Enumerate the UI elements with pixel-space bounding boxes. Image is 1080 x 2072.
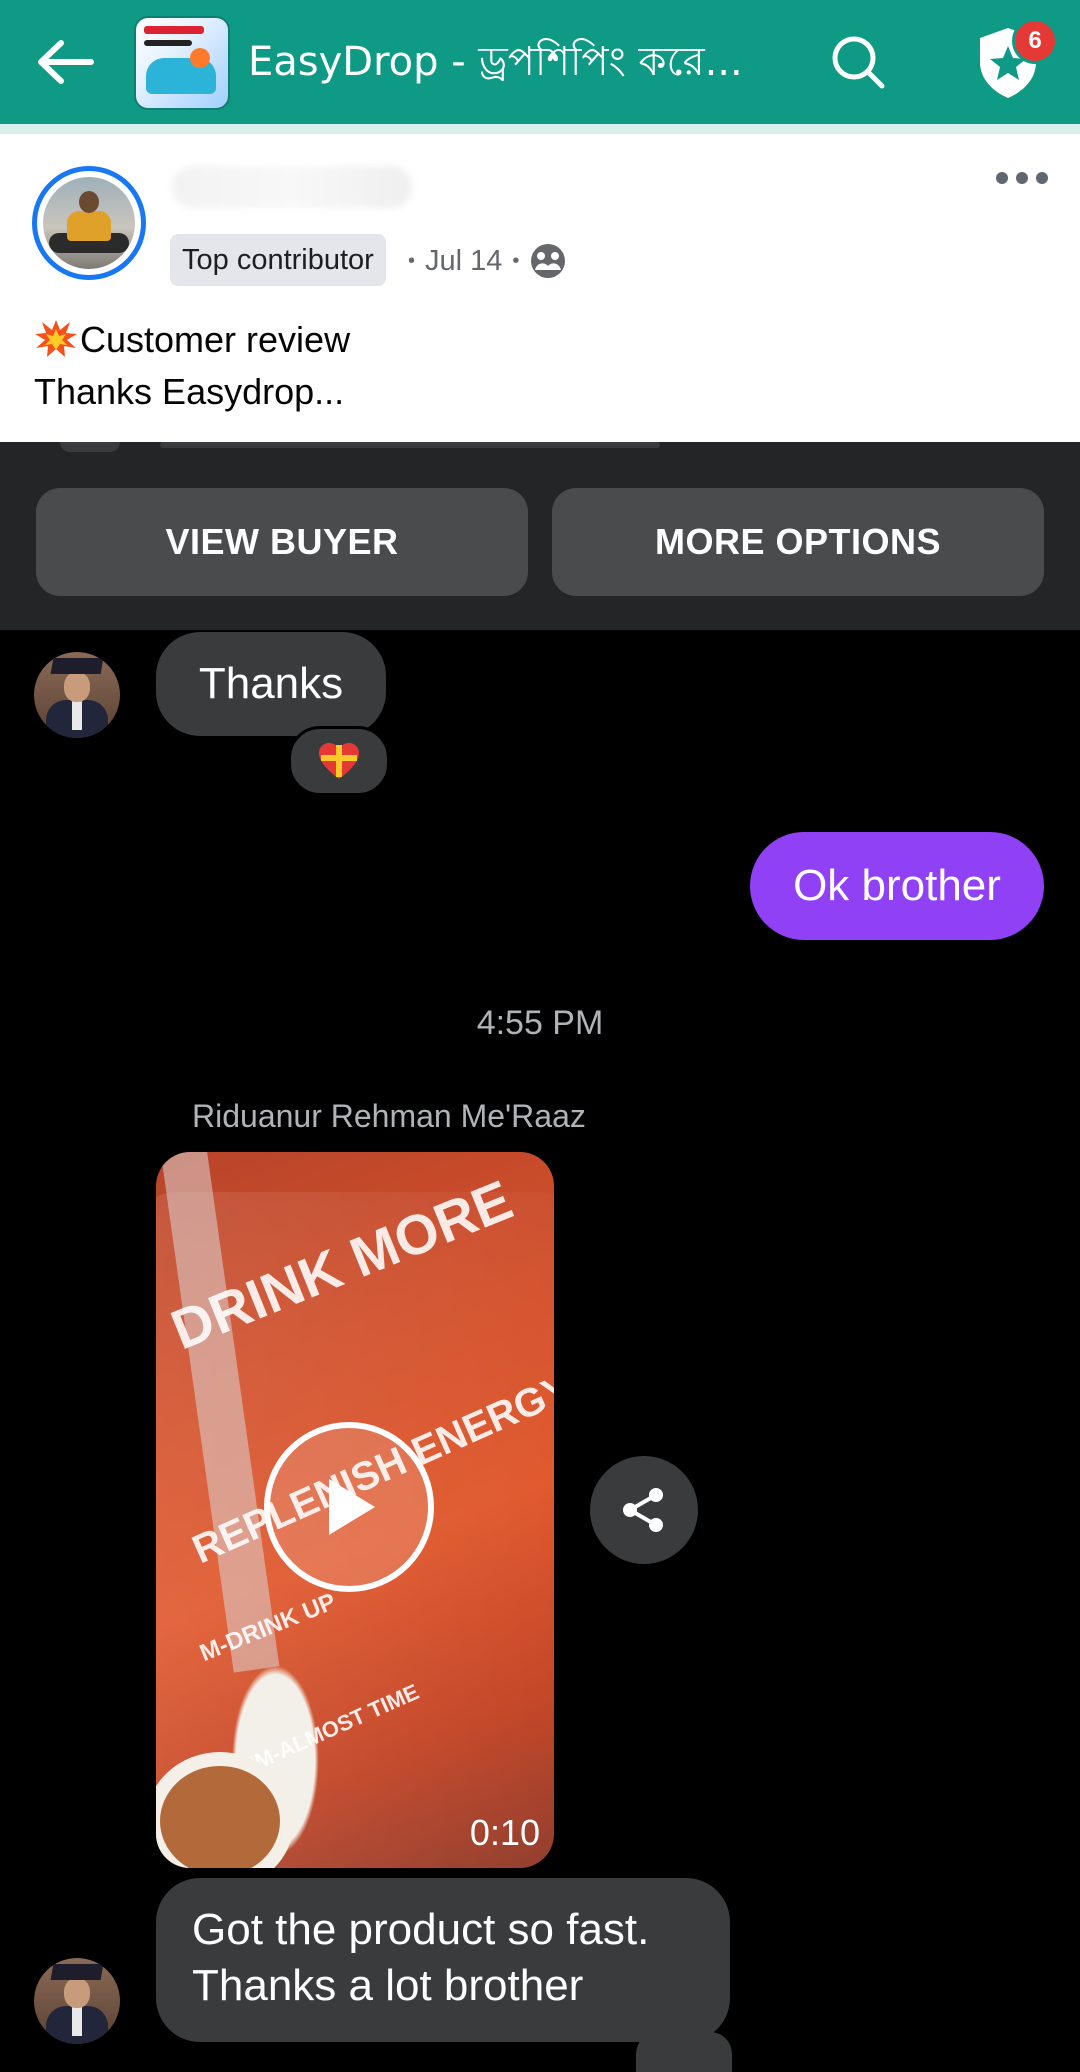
share-icon <box>623 1488 663 1532</box>
notification-count-badge: 6 <box>1012 18 1058 64</box>
explosion-icon <box>35 320 77 357</box>
post-card: Top contributor • Jul 14 • Customer revi… <box>0 134 1080 442</box>
app-bar-divider <box>0 124 1080 134</box>
message-got-product-line2: Thanks a lot brother <box>192 1961 584 2010</box>
post-text: Customer review Thanks Easydrop... <box>34 314 1034 418</box>
author-avatar[interactable] <box>32 166 146 280</box>
sender-name: Riduanur Rehman Me'Raaz <box>192 1098 586 1134</box>
message-reaction <box>288 726 390 796</box>
video-message[interactable]: DRINK MORE REPLENISH ENERGY M-DRINK UP 7… <box>156 1152 554 1868</box>
back-button[interactable] <box>30 30 100 94</box>
view-buyer-button[interactable]: VIEW BUYER <box>36 488 528 596</box>
post-text-line2[interactable]: Thanks Easydrop... <box>34 366 1034 418</box>
post-text-line1: Customer review <box>80 319 351 360</box>
play-icon <box>329 1479 375 1535</box>
message-thanks: Thanks <box>156 632 386 736</box>
buyer-avatar[interactable] <box>34 652 120 738</box>
cropped-text-edge <box>160 442 660 448</box>
play-button[interactable] <box>264 1422 434 1592</box>
video-duration: 0:10 <box>469 1812 540 1853</box>
group-title[interactable]: EasyDrop - ড্রপশিপিং করে... <box>248 36 758 88</box>
post-meta: • Jul 14 • <box>408 240 567 282</box>
more-horizontal-icon <box>996 172 1008 184</box>
share-button[interactable] <box>590 1456 698 1564</box>
app-bar: EasyDrop - ড্রপশিপিং করে... 6 <box>0 0 1080 124</box>
search-icon <box>832 36 885 89</box>
group-thumbnail[interactable] <box>134 16 230 110</box>
message-got-product: Got the product so fast. Thanks a lot br… <box>156 1878 730 2042</box>
post-more-button[interactable] <box>996 168 1050 188</box>
post-date[interactable]: Jul 14 <box>425 240 502 282</box>
message-got-product-line1: Got the product so fast. <box>192 1905 650 1954</box>
back-arrow-icon <box>38 40 94 84</box>
heart-gift-icon <box>319 743 359 779</box>
author-name-redacted <box>172 166 412 208</box>
more-options-button[interactable]: MORE OPTIONS <box>552 488 1044 596</box>
message-timestamp: 4:55 PM <box>476 1004 604 1042</box>
globe-privacy-icon <box>531 244 566 278</box>
message-ok-brother: Ok brother <box>750 832 1044 940</box>
message-reaction-2 <box>636 2032 732 2072</box>
search-button[interactable] <box>826 30 890 94</box>
buyer-avatar-2[interactable] <box>34 1958 120 2044</box>
cropped-avatar-edge <box>60 442 120 452</box>
top-contributor-badge[interactable]: Top contributor <box>170 234 386 286</box>
